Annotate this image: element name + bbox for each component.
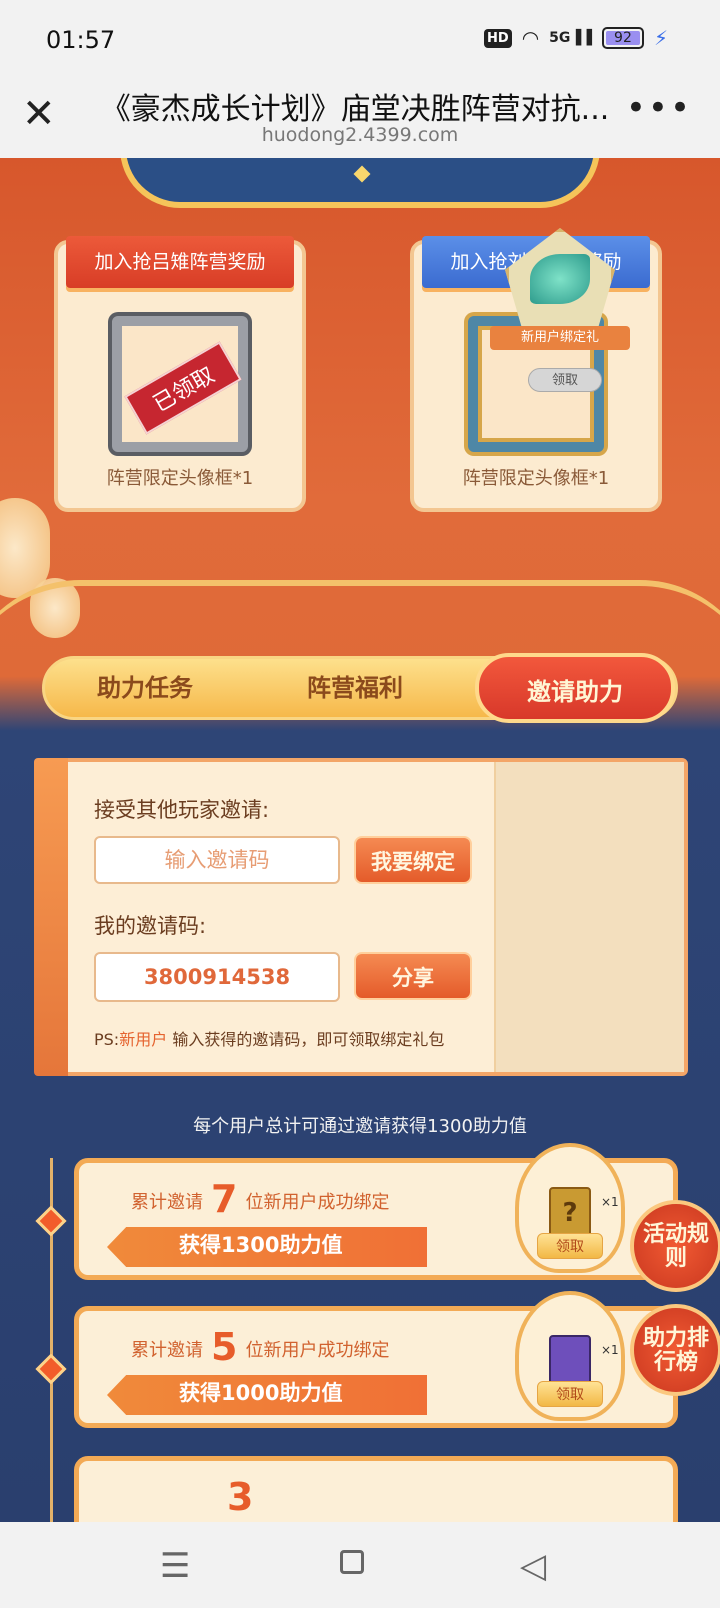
task-claim-button[interactable]: 领取 xyxy=(537,1233,603,1259)
charging-icon: ⚡ xyxy=(653,26,668,50)
total-note: 每个用户总计可通过邀请获得1300助力值 xyxy=(193,1116,527,1137)
menu-icon[interactable]: ☰ xyxy=(160,1546,190,1586)
top-ornament xyxy=(120,158,600,208)
mystery-card-icon: ? xyxy=(549,1187,591,1239)
task-condition: 累计邀请 5 位新用户成功绑定 xyxy=(131,1325,389,1369)
task-qty: ×1 xyxy=(601,1195,619,1209)
tab-invite-assist[interactable]: 邀请助力 xyxy=(475,653,675,723)
page-url: huodong2.4399.com xyxy=(261,124,459,146)
task-reward: 获得1000助力值 xyxy=(179,1381,343,1405)
assist-ranking-button[interactable]: 助力排行榜 xyxy=(630,1304,720,1396)
task-suffix: 位新用户成功绑定 xyxy=(245,1192,390,1213)
ps-suffix: 输入获得的邀请码，即可领取绑定礼包 xyxy=(172,1030,445,1049)
task-condition: 3 xyxy=(131,1475,261,1519)
reward-banner: 加入抢吕雉阵营奖励 xyxy=(66,236,294,288)
task-claim-button[interactable]: 领取 xyxy=(537,1381,603,1407)
activity-rules-button[interactable]: 活动规则 xyxy=(630,1200,720,1292)
claimed-stamp: 已领取 xyxy=(124,341,242,435)
avatar-frame-silver: 已领取 xyxy=(112,316,248,452)
timeline-marker xyxy=(35,1353,67,1385)
bind-button[interactable]: 我要绑定 xyxy=(354,836,472,884)
timeline-marker xyxy=(35,1205,67,1237)
system-nav-bar: ☰ ◁ xyxy=(0,1522,720,1608)
task-card-5: 累计邀请 5 位新用户成功绑定 获得1000助力值 ×1 领取 xyxy=(74,1291,678,1428)
invite-panel: 接受其他玩家邀请: 输入邀请码 我要绑定 我的邀请码: 3800914538 分… xyxy=(34,758,688,1076)
feather-gift-icon xyxy=(530,254,590,304)
ps-note: PS:新用户 输入获得的邀请码，即可领取绑定礼包 xyxy=(94,1026,444,1050)
task-count: 3 xyxy=(227,1475,254,1519)
task-condition: 累计邀请 7 位新用户成功绑定 xyxy=(131,1177,389,1221)
ps-highlight: 新用户 xyxy=(119,1030,168,1049)
hd-icon: HD xyxy=(484,28,512,48)
more-menu-icon[interactable]: ••• xyxy=(626,88,692,128)
task-count: 5 xyxy=(211,1325,238,1369)
battery-icon: 92 xyxy=(601,27,644,49)
task-card-7: 累计邀请 7 位新用户成功绑定 获得1300助力值 ? ×1 领取 xyxy=(74,1143,678,1280)
reward-caption: 阵营限定头像框*1 xyxy=(106,468,254,489)
gift-claim-button[interactable]: 领取 xyxy=(528,368,602,392)
my-code-label: 我的邀请码: xyxy=(94,914,207,938)
accept-invite-label: 接受其他玩家邀请: xyxy=(94,798,270,822)
gift-area xyxy=(494,762,684,1072)
task-item-badge: ×1 领取 xyxy=(515,1291,625,1421)
status-icons: HD ◠ 5G▐▐ 92 ⚡ xyxy=(484,26,668,50)
ps-prefix: PS: xyxy=(94,1030,120,1049)
browser-bar: ✕ 《豪杰成长计划》庙堂决胜阵营对抗... huodong2.4399.com … xyxy=(0,80,720,158)
task-card-3: 3 xyxy=(74,1456,678,1522)
status-time: 01:57 xyxy=(46,26,116,54)
task-item-badge: ? ×1 领取 xyxy=(515,1143,625,1273)
home-icon[interactable] xyxy=(340,1550,364,1574)
network-label: 5G xyxy=(549,30,571,46)
back-icon[interactable]: ◁ xyxy=(520,1546,546,1586)
gift-label: 新用户绑定礼 xyxy=(490,326,630,350)
tab-camp-benefits[interactable]: 阵营福利 xyxy=(255,659,455,717)
battery-level: 92 xyxy=(614,30,632,46)
my-invite-code: 3800914538 xyxy=(94,952,340,1002)
share-button[interactable]: 分享 xyxy=(354,952,472,1000)
task-suffix: 位新用户成功绑定 xyxy=(245,1340,390,1361)
purple-tablet-icon xyxy=(549,1335,591,1387)
invite-code-input[interactable]: 输入邀请码 xyxy=(94,836,340,884)
task-prefix: 累计邀请 xyxy=(131,1192,203,1213)
page-title: 《豪杰成长计划》庙堂决胜阵营对抗... xyxy=(100,92,610,127)
page-content: 加入抢吕雉阵营奖励 已领取 阵营限定头像框*1 加入抢刘邦阵营奖励 阵营限定头像… xyxy=(0,158,720,1522)
reward-caption: 阵营限定头像框*1 xyxy=(462,468,610,489)
status-bar: 01:57 HD ◠ 5G▐▐ 92 ⚡ xyxy=(0,0,720,80)
task-count: 7 xyxy=(211,1177,238,1221)
task-prefix: 累计邀请 xyxy=(131,1340,203,1361)
task-qty: ×1 xyxy=(601,1343,619,1357)
tab-bar: 助力任务 阵营福利 邀请助力 xyxy=(42,653,678,723)
wifi-icon: ◠ xyxy=(521,26,540,50)
reward-card-lvzhi: 加入抢吕雉阵营奖励 已领取 阵营限定头像框*1 xyxy=(54,236,306,512)
signal-icon: 5G▐▐ xyxy=(549,30,592,46)
panel-scroll-edge xyxy=(34,758,68,1076)
task-reward: 获得1300助力值 xyxy=(179,1233,343,1257)
tab-assist-tasks[interactable]: 助力任务 xyxy=(45,659,245,717)
